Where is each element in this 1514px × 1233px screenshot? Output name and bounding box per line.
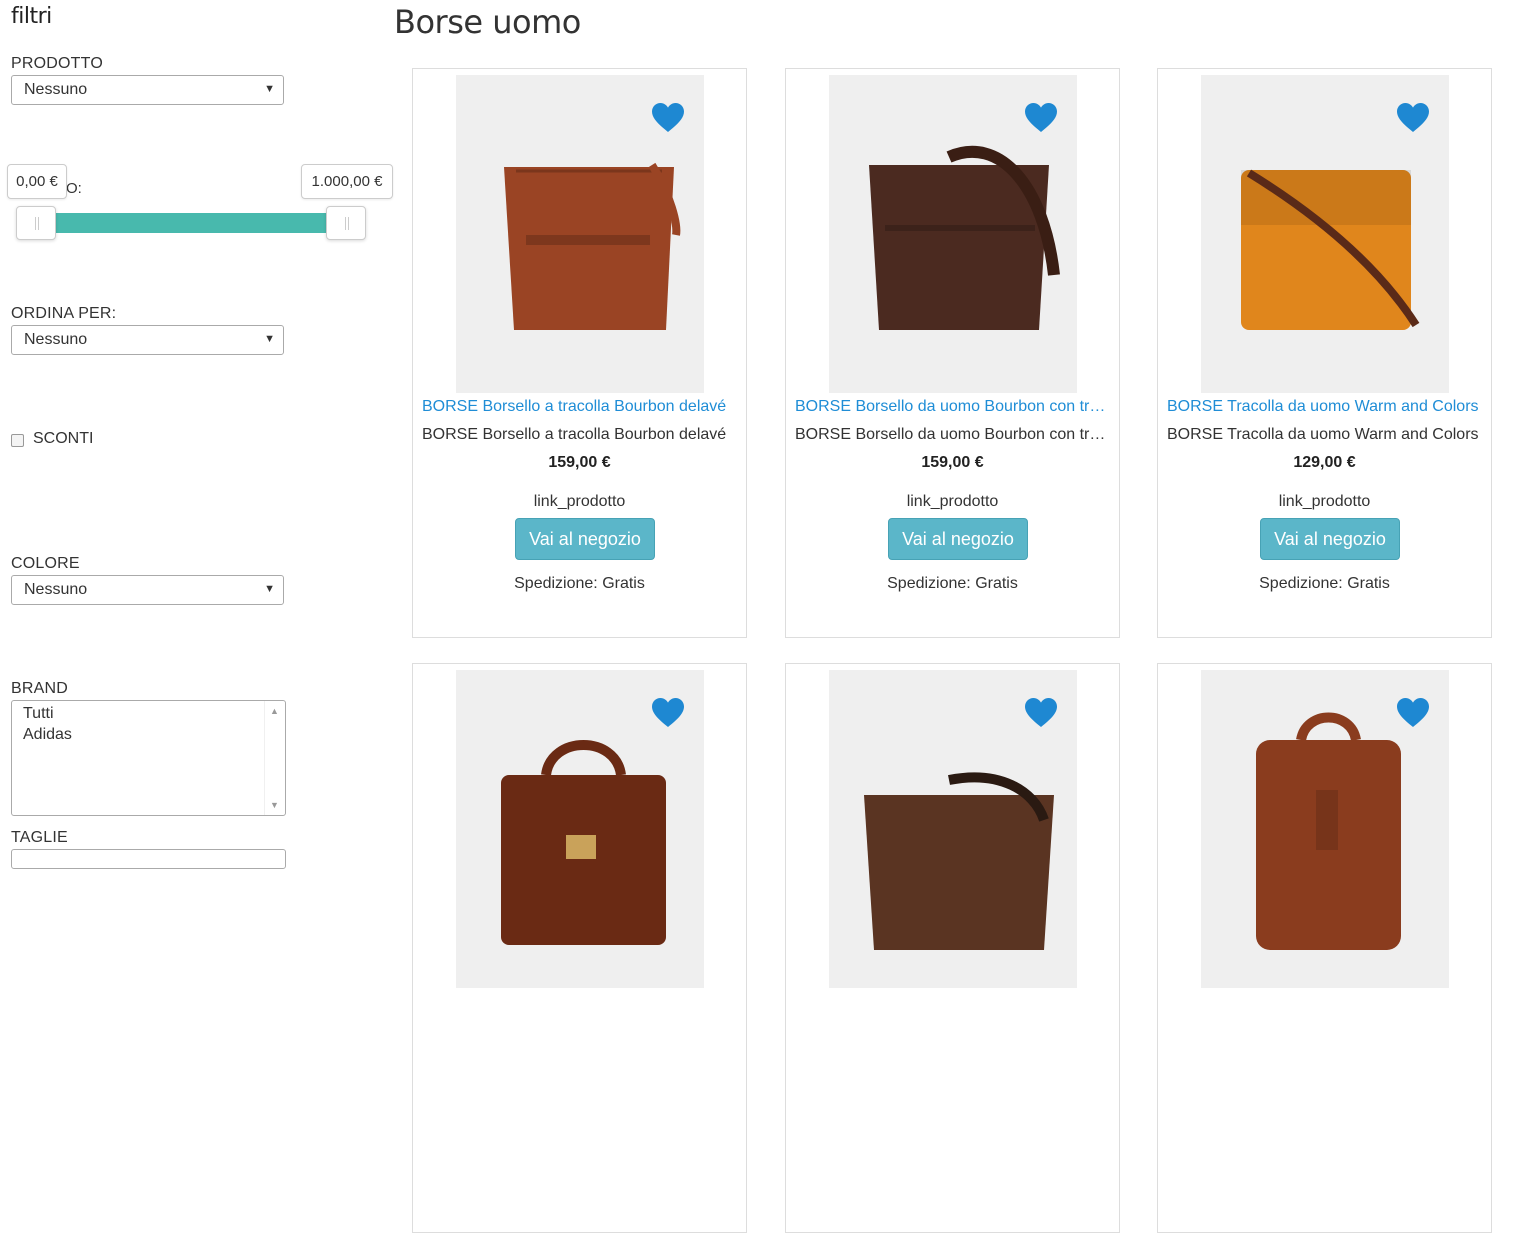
- brand-listbox[interactable]: Tutti Adidas ▲ ▼: [11, 700, 286, 816]
- product-title: BORSE Borsello a tracolla Bourbon delavé: [422, 426, 727, 443]
- product-link-label: link_prodotto: [1278, 493, 1371, 510]
- discount-checkbox[interactable]: [11, 434, 24, 447]
- filters-sidebar: filtri PRODOTTO Nessuno ▼ O: 0,00 € 1.00…: [0, 0, 395, 869]
- product-title-link[interactable]: BORSE Borsello da uomo Bourbon con traco…: [795, 398, 1113, 416]
- sort-value: Nessuno: [24, 331, 88, 348]
- product-price: 159,00 €: [921, 454, 984, 471]
- scroll-up-icon[interactable]: ▲: [270, 706, 279, 716]
- caret-down-icon: ▼: [264, 583, 275, 595]
- shipping-info: Spedizione: Gratis: [887, 575, 1018, 592]
- price-filter-label: O:: [66, 180, 82, 197]
- product-card[interactable]: [412, 663, 747, 1233]
- product-price: 129,00 €: [1293, 454, 1356, 471]
- brand-option[interactable]: Adidas: [12, 722, 285, 743]
- price-max-value: 1.000,00 €: [301, 164, 393, 199]
- product-title-link[interactable]: BORSE Tracolla da uomo Warm and Colors: [1167, 398, 1485, 416]
- favorite-heart-icon[interactable]: [1025, 103, 1057, 133]
- product-card[interactable]: BORSE Borsello a tracolla Bourbon delavé…: [412, 68, 747, 638]
- product-title-link[interactable]: BORSE Borsello a tracolla Bourbon delavé: [422, 398, 740, 416]
- favorite-heart-icon[interactable]: [652, 698, 684, 728]
- price-min-value: 0,00 €: [7, 164, 67, 199]
- sort-select[interactable]: Nessuno ▼: [11, 325, 284, 355]
- discount-label[interactable]: SCONTI: [33, 430, 93, 448]
- shipping-info: Spedizione: Gratis: [1259, 575, 1390, 592]
- product-card[interactable]: BORSE Borsello da uomo Bourbon con traco…: [785, 68, 1120, 638]
- color-filter-value: Nessuno: [24, 581, 88, 598]
- sizes-filter-select[interactable]: [11, 849, 286, 869]
- brand-filter-label: BRAND: [11, 680, 69, 697]
- product-card[interactable]: [785, 663, 1120, 1233]
- product-link-label: link_prodotto: [906, 493, 999, 510]
- product-filter-value: Nessuno: [24, 81, 88, 98]
- favorite-heart-icon[interactable]: [1397, 698, 1429, 728]
- go-to-shop-button[interactable]: Vai al negozio: [1260, 518, 1400, 560]
- filters-title: filtri: [11, 4, 52, 29]
- favorite-heart-icon[interactable]: [1025, 698, 1057, 728]
- product-link-label: link_prodotto: [533, 493, 626, 510]
- product-title: BORSE Tracolla da uomo Warm and Colors: [1167, 426, 1479, 443]
- product-price: 159,00 €: [548, 454, 611, 471]
- color-filter-select[interactable]: Nessuno ▼: [11, 575, 284, 605]
- sizes-filter-label: TAGLIE: [11, 829, 68, 846]
- product-filter-select[interactable]: Nessuno ▼: [11, 75, 284, 105]
- favorite-heart-icon[interactable]: [1397, 103, 1429, 133]
- go-to-shop-button[interactable]: Vai al negozio: [515, 518, 655, 560]
- favorite-heart-icon[interactable]: [652, 103, 684, 133]
- page-title: Borse uomo: [394, 3, 581, 41]
- price-max-handle[interactable]: [326, 206, 366, 240]
- go-to-shop-button[interactable]: Vai al negozio: [888, 518, 1028, 560]
- listbox-scrollbar[interactable]: ▲ ▼: [264, 701, 285, 815]
- product-title: BORSE Borsello da uomo Bourbon con traco…: [795, 426, 1113, 443]
- price-min-handle[interactable]: [16, 206, 56, 240]
- brand-option[interactable]: Tutti: [12, 701, 285, 722]
- color-filter-label: COLORE: [11, 555, 80, 572]
- scroll-down-icon[interactable]: ▼: [270, 800, 279, 810]
- product-card[interactable]: BORSE Tracolla da uomo Warm and Colors BO…: [1157, 68, 1492, 638]
- shipping-info: Spedizione: Gratis: [514, 575, 645, 592]
- product-card[interactable]: [1157, 663, 1492, 1233]
- product-filter-label: PRODOTTO: [11, 55, 103, 72]
- caret-down-icon: ▼: [264, 333, 275, 345]
- sort-label: ORDINA PER:: [11, 305, 117, 322]
- caret-down-icon: ▼: [264, 83, 275, 95]
- price-range-track[interactable]: [26, 213, 356, 233]
